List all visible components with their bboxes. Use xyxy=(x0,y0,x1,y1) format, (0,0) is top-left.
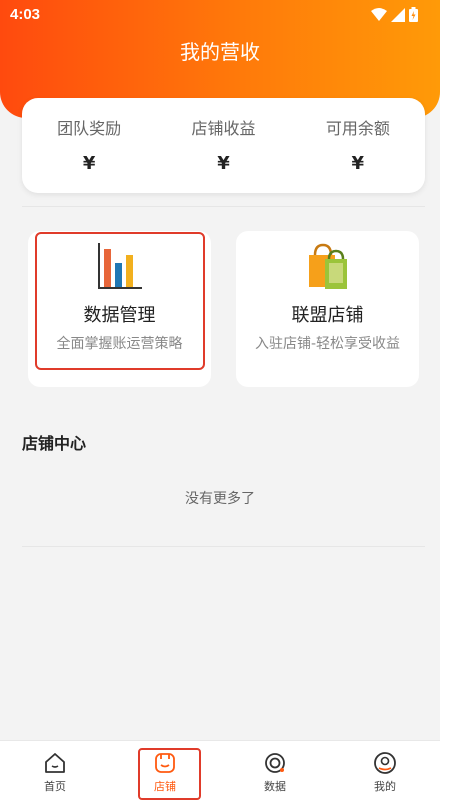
store-center-title: 店铺中心 xyxy=(22,434,87,453)
earnings-summary-card: 团队奖励 ¥ 店铺收益 ¥ 可用余额 ¥ xyxy=(22,98,425,193)
tab-label: 首页 xyxy=(44,780,66,793)
signal-icon xyxy=(391,7,405,22)
summary-label: 可用余额 xyxy=(325,119,390,138)
available-balance-summary[interactable]: 可用余额 ¥ xyxy=(291,98,425,193)
tab-shop[interactable]: 店铺 xyxy=(110,741,220,804)
feature-title: 联盟店铺 xyxy=(291,305,364,326)
feature-subtitle: 入驻店铺-轻松享受收益 xyxy=(254,336,401,352)
tab-label: 数据 xyxy=(264,780,286,793)
profile-icon xyxy=(374,752,396,774)
page-title: 我的营收 xyxy=(180,40,260,64)
tab-home[interactable]: 首页 xyxy=(0,741,110,804)
feature-title: 数据管理 xyxy=(83,305,156,326)
team-reward-summary[interactable]: 团队奖励 ¥ xyxy=(22,98,156,193)
summary-label: 团队奖励 xyxy=(57,119,122,138)
tab-profile[interactable]: 我的 xyxy=(330,741,440,804)
battery-icon xyxy=(409,7,418,22)
feature-subtitle: 全面掌握账运营策略 xyxy=(56,336,183,352)
status-time: 4:03 xyxy=(10,6,41,23)
home-icon xyxy=(45,753,65,773)
tab-data[interactable]: 数据 xyxy=(220,741,330,804)
data-management-card[interactable]: 数据管理 全面掌握账运营策略 xyxy=(28,231,211,387)
summary-value: ¥ xyxy=(82,153,96,174)
alliance-store-card[interactable]: 联盟店铺 入驻店铺-轻松享受收益 xyxy=(236,231,419,387)
status-icons xyxy=(371,7,418,22)
divider xyxy=(22,206,425,207)
summary-value: ¥ xyxy=(351,153,365,174)
store-income-summary[interactable]: 店铺收益 ¥ xyxy=(156,98,290,193)
tab-label: 店铺 xyxy=(154,780,176,793)
app-screen: 4:03 我的营收 团队奖励 ¥ 店铺收益 ¥ 可用余额 ¥ 数据管理 全面掌握… xyxy=(0,0,440,804)
wifi-icon xyxy=(371,7,387,21)
data-icon xyxy=(265,753,285,773)
summary-label: 店铺收益 xyxy=(191,119,256,138)
status-bar: 4:03 xyxy=(0,0,440,30)
shop-icon xyxy=(155,753,175,773)
bar-chart-icon xyxy=(97,243,142,289)
divider xyxy=(22,546,425,547)
shopping-bags-icon xyxy=(308,243,347,289)
no-more-text: 没有更多了 xyxy=(185,491,255,507)
bottom-tab-bar: 首页 店铺 数据 我的 xyxy=(0,740,440,804)
tab-label: 我的 xyxy=(374,780,396,793)
summary-value: ¥ xyxy=(217,153,230,174)
